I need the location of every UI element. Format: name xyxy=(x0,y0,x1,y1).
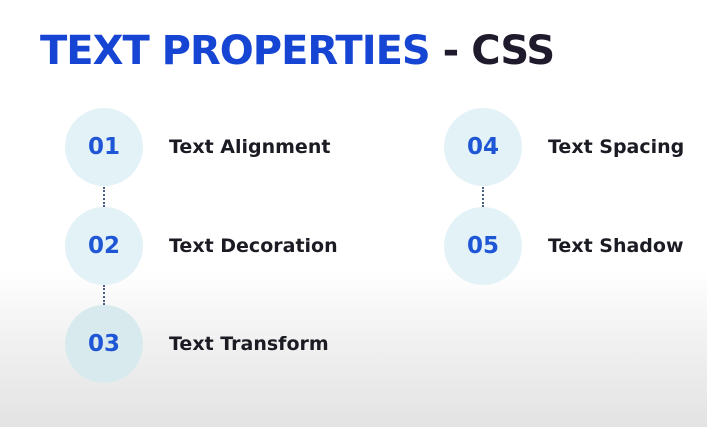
connector-02-03 xyxy=(103,285,105,305)
title-main: TEXT PROPERTIES xyxy=(40,28,431,74)
number-badge: 01 xyxy=(65,108,143,186)
item-number: 02 xyxy=(87,233,120,259)
list-item-02: 02 Text Decoration xyxy=(65,207,338,285)
list-item-03: 03 Text Transform xyxy=(65,305,329,383)
item-label: Text Spacing xyxy=(548,136,685,158)
item-number: 03 xyxy=(87,331,120,357)
list-item-05: 05 Text Shadow xyxy=(444,207,684,285)
title-separator: - xyxy=(442,28,460,74)
connector-04-05 xyxy=(482,187,484,207)
item-number: 05 xyxy=(466,233,499,259)
item-label: Text Shadow xyxy=(548,235,684,257)
number-badge: 04 xyxy=(444,108,522,186)
number-badge: 03 xyxy=(65,305,143,383)
number-badge: 02 xyxy=(65,207,143,285)
title-accent: CSS xyxy=(471,28,555,74)
list-item-01: 01 Text Alignment xyxy=(65,108,330,186)
list-item-04: 04 Text Spacing xyxy=(444,108,684,186)
number-badge: 05 xyxy=(444,207,522,285)
item-number: 01 xyxy=(87,134,120,160)
item-label: Text Decoration xyxy=(169,235,338,257)
item-label: Text Transform xyxy=(169,333,329,355)
connector-01-02 xyxy=(103,187,105,207)
item-label: Text Alignment xyxy=(169,136,331,158)
page-title: TEXT PROPERTIES - CSS xyxy=(40,27,555,75)
item-number: 04 xyxy=(466,134,499,160)
